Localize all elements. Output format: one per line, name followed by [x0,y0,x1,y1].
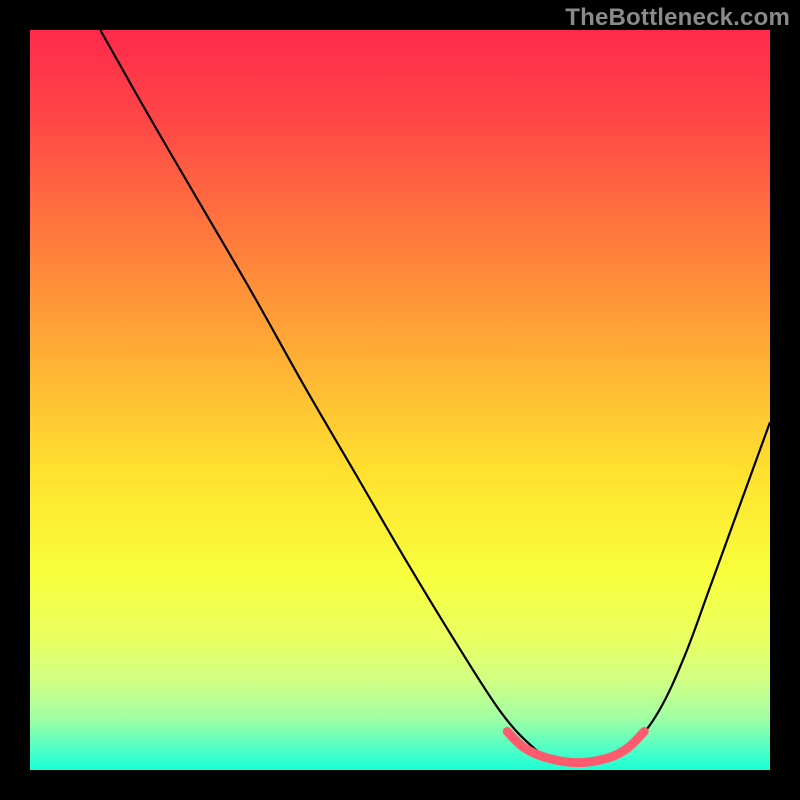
gradient-plot-area [30,30,770,770]
chart-stage: TheBottleneck.com [0,0,800,800]
bottleneck-chart [0,0,800,800]
watermark-text: TheBottleneck.com [565,4,790,32]
